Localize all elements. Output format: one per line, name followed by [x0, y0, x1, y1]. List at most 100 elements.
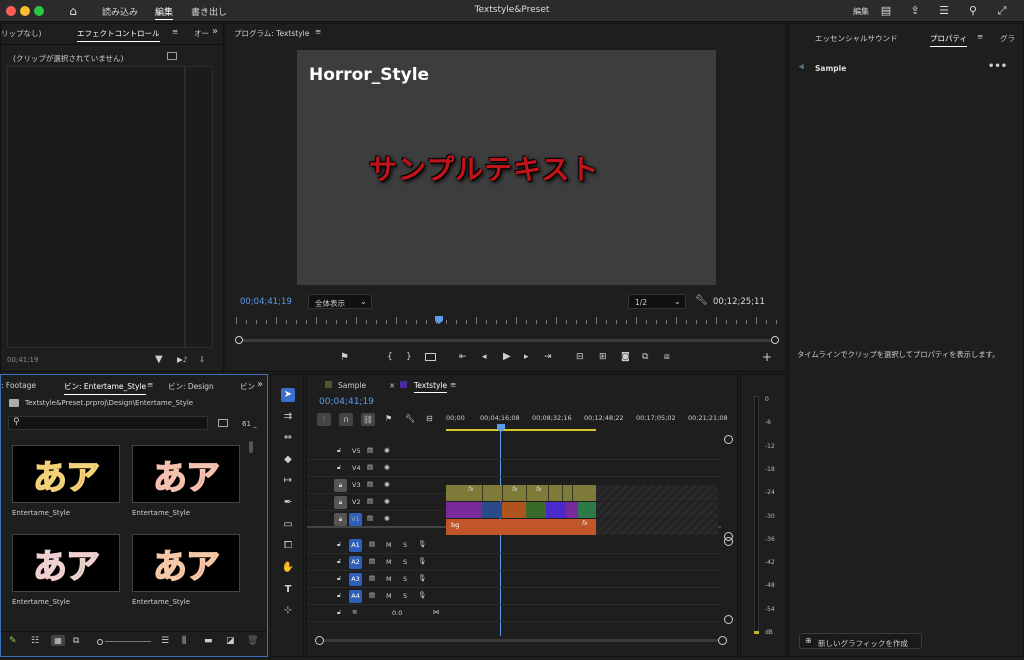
a-scroll-handle-bottom[interactable]: [724, 615, 733, 624]
track-name[interactable]: V1: [349, 513, 362, 526]
tab-properties[interactable]: プロパティ: [930, 33, 968, 47]
track-name[interactable]: A2: [349, 556, 362, 569]
nest-icon[interactable]: ⫶: [317, 413, 331, 426]
pen-icon[interactable]: ✒: [281, 496, 295, 510]
lock-icon[interactable]: 🔓︎: [337, 463, 341, 472]
captions-icon[interactable]: ⊟: [426, 414, 433, 423]
tab-essential-sound[interactable]: エッセンシャルサウンド: [815, 33, 898, 44]
razor-icon[interactable]: ◆: [281, 453, 295, 467]
search-icon[interactable]: ⚲: [966, 4, 980, 18]
caption-tool-icon[interactable]: ⊹: [281, 604, 295, 618]
trash-icon[interactable]: 🗑︎: [247, 636, 258, 646]
list-icon[interactable]: ☰: [937, 4, 951, 18]
panel-menu-icon[interactable]: ≡: [977, 32, 983, 41]
track-name[interactable]: A1: [349, 539, 362, 552]
pencil-icon[interactable]: ✎: [9, 636, 17, 646]
camera-icon[interactable]: ◙: [621, 352, 630, 362]
new-bin-icon[interactable]: [218, 419, 228, 427]
export-frame-icon[interactable]: ⇩: [199, 355, 205, 364]
program-preview[interactable]: Horror_Style サンプルテキスト: [297, 50, 716, 285]
hand-icon[interactable]: ✋: [281, 561, 295, 575]
lock-icon[interactable]: 🔓︎: [337, 608, 341, 617]
work-area-bar[interactable]: [446, 429, 596, 431]
microphone-icon[interactable]: 🎙︎: [418, 574, 426, 582]
close-tab-icon[interactable]: ×: [389, 381, 395, 390]
insert-icon[interactable]: ⊟: [576, 352, 584, 362]
solo-button[interactable]: S: [403, 592, 407, 600]
tab-graphics[interactable]: グラ: [1000, 33, 1015, 44]
eye-icon[interactable]: ◉: [384, 480, 390, 488]
step-back-icon[interactable]: ◂: [482, 352, 487, 362]
mix-volume[interactable]: 0.0: [392, 609, 402, 617]
freeform-view-icon[interactable]: ⧉: [73, 636, 79, 646]
h-scroll-handle-right[interactable]: [718, 636, 727, 645]
track-name[interactable]: A4: [349, 590, 362, 603]
current-timecode[interactable]: 00;04;41;19: [240, 297, 292, 307]
bin-item[interactable]: あア Entertame_Style: [132, 445, 240, 517]
safe-margins-icon[interactable]: [425, 353, 436, 361]
panel-menu-icon[interactable]: ≡: [172, 27, 178, 36]
proxy-icon[interactable]: ⧈: [664, 352, 670, 362]
bin-scrollbar[interactable]: [249, 441, 253, 453]
compare-view-icon[interactable]: ⧉: [642, 352, 648, 362]
a-scroll-handle-top[interactable]: [724, 537, 733, 546]
tab-sample[interactable]: Sample: [338, 381, 366, 390]
panel-layout-icon[interactable]: ▤: [879, 4, 893, 18]
microphone-icon[interactable]: 🎙︎: [418, 540, 426, 548]
fit-select[interactable]: 全体表示 ⌄: [308, 294, 372, 309]
ripple-edit-icon[interactable]: ⇔: [281, 431, 295, 445]
marker-icon[interactable]: ⚑: [340, 352, 349, 363]
step-forward-icon[interactable]: ▸: [524, 352, 529, 362]
fullscreen-icon[interactable]: ⤢: [995, 4, 1009, 18]
tab-textstyle[interactable]: Textstyle: [414, 381, 448, 393]
panel-menu-icon[interactable]: ≡: [315, 27, 321, 36]
lock-icon[interactable]: 🔒︎: [334, 496, 347, 509]
tab-more-bins[interactable]: ビン: [240, 381, 255, 392]
tab-no-clip[interactable]: リップなし): [1, 28, 41, 39]
mute-button[interactable]: M: [386, 558, 392, 566]
eye-icon[interactable]: ◉: [384, 446, 390, 454]
monitor-time-ruler[interactable]: [236, 317, 778, 325]
microphone-icon[interactable]: 🎙︎: [418, 591, 426, 599]
timeline-timecode[interactable]: 00;04;41;19: [319, 397, 374, 407]
sync-icon[interactable]: ▤: [367, 480, 373, 488]
snap-icon[interactable]: ∩: [339, 413, 353, 426]
monitor-zoom-scrollbar[interactable]: [238, 339, 776, 342]
mute-button[interactable]: M: [386, 541, 392, 549]
go-to-out-icon[interactable]: ⇥: [544, 352, 552, 362]
h-scroll-handle-left[interactable]: [315, 636, 324, 645]
clip-v1[interactable]: bg fx: [446, 519, 596, 535]
tab-entertame-style[interactable]: ビン: Entertame_Style: [64, 381, 147, 395]
wrench-icon[interactable]: 🔧︎: [695, 295, 708, 306]
workspace-label[interactable]: 編集: [853, 6, 869, 17]
lock-icon[interactable]: 🔓︎: [337, 591, 341, 600]
new-folder-icon[interactable]: ▬: [204, 636, 213, 646]
timeline-ruler[interactable]: 00;00 00;04;16;08 00;08;32;16 00;12;48;2…: [446, 414, 736, 426]
go-to-in-icon[interactable]: ⇤: [459, 352, 467, 362]
solo-button[interactable]: S: [403, 558, 407, 566]
bin-item[interactable]: あア Entertame_Style: [12, 445, 120, 517]
mute-button[interactable]: M: [386, 592, 392, 600]
sync-icon[interactable]: ▤: [367, 446, 373, 454]
track-name[interactable]: A3: [349, 573, 362, 586]
panel-menu-icon[interactable]: ≡: [450, 380, 456, 389]
microphone-icon[interactable]: 🎙︎: [418, 557, 426, 565]
solo-button[interactable]: S: [403, 541, 407, 549]
bin-item[interactable]: あア Entertame_Style: [12, 534, 120, 606]
sync-icon[interactable]: ▤: [367, 497, 373, 505]
type-tool-icon[interactable]: T: [281, 583, 295, 597]
sync-icon[interactable]: ▤: [367, 463, 373, 471]
bin-item[interactable]: あア Entertame_Style: [132, 534, 240, 606]
sync-icon[interactable]: ▤: [369, 557, 375, 565]
filter-icon[interactable]: ▼: [155, 354, 163, 365]
tab-audio[interactable]: オー: [194, 28, 209, 39]
settings-wrench-icon[interactable]: 🔧︎: [405, 414, 415, 423]
new-graphic-button[interactable]: ⊕ 新しいグラフィックを作成: [799, 633, 922, 649]
eye-icon[interactable]: ◉: [384, 463, 390, 471]
add-button-icon[interactable]: +: [762, 350, 772, 364]
lock-icon[interactable]: 🔓︎: [337, 574, 341, 583]
overwrite-icon[interactable]: ⊞: [599, 352, 607, 362]
new-item-icon[interactable]: ◪: [226, 636, 235, 646]
scroll-handle-right[interactable]: [771, 336, 779, 344]
linked-selection-icon[interactable]: ⛓: [361, 413, 375, 426]
